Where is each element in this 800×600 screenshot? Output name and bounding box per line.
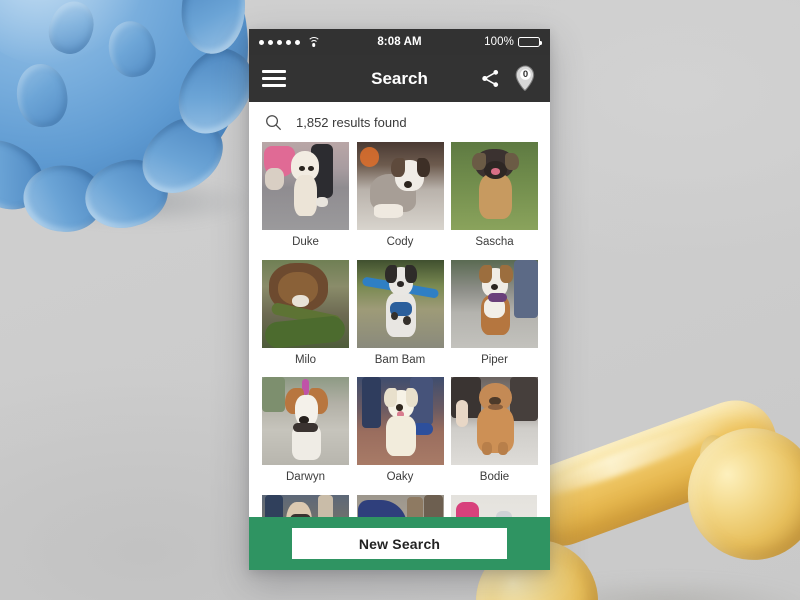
grid-row: Duke Cody Sascha — [262, 142, 538, 249]
status-bar-right: 100% — [422, 36, 542, 48]
battery-full-icon — [518, 37, 542, 47]
dog-photo[interactable] — [356, 259, 444, 348]
result-card[interactable]: Milo — [262, 259, 349, 367]
dog-name: Milo — [294, 353, 317, 366]
yellow-knotted-rope-toy — [460, 386, 800, 600]
battery-percent-label: 100% — [484, 36, 514, 48]
dog-name: Cody — [386, 236, 414, 248]
hamburger-menu-icon[interactable] — [262, 70, 286, 87]
pin-badge-count: 0 — [522, 69, 529, 80]
dog-name: Duke — [292, 236, 319, 248]
dog-photo[interactable] — [262, 259, 349, 348]
navigation-bar: Search 0 — [249, 55, 550, 102]
result-card[interactable]: Piper — [451, 259, 538, 367]
status-bar-time: 8:08 AM — [377, 36, 422, 48]
location-pin-icon[interactable]: 0 — [514, 65, 537, 92]
dog-photo[interactable] — [451, 377, 538, 466]
grid-row: Darwyn Oaky Bodie — [262, 377, 538, 484]
dog-name: Bodie — [479, 471, 510, 484]
result-card[interactable]: Cody — [356, 142, 444, 249]
dog-photo[interactable] — [356, 142, 444, 230]
result-card[interactable]: Oaky — [356, 377, 444, 484]
results-grid[interactable]: Duke Cody Sascha Milo Bam Bam Piper Darw… — [249, 142, 550, 535]
new-search-button[interactable]: New Search — [292, 528, 507, 559]
footer-bar: New Search — [249, 517, 550, 570]
phone-mockup: 8:08 AM 100% Search 0 1,852 results foun… — [249, 29, 550, 570]
dog-name: Oaky — [386, 471, 414, 484]
dog-name: Darwyn — [286, 471, 325, 484]
grid-row: Milo Bam Bam Piper — [262, 259, 538, 367]
dog-name: Piper — [481, 353, 508, 366]
signal-dot — [295, 39, 300, 45]
result-card[interactable]: Darwyn — [262, 377, 349, 484]
dog-photo[interactable] — [262, 142, 349, 230]
result-card[interactable]: Bam Bam — [356, 259, 444, 367]
dog-name: Sascha — [475, 236, 514, 248]
status-bar-left — [259, 37, 377, 47]
dog-photo[interactable] — [451, 259, 538, 348]
search-icon[interactable] — [265, 114, 282, 131]
signal-dot — [277, 39, 282, 45]
results-count-label: 1,852 results found — [296, 114, 407, 130]
result-card[interactable]: Sascha — [451, 142, 538, 249]
dog-photo[interactable] — [451, 142, 538, 230]
wifi-icon — [307, 37, 320, 47]
signal-dot — [268, 39, 273, 45]
signal-dot — [286, 39, 291, 45]
share-icon[interactable] — [480, 68, 501, 89]
nav-actions: 0 — [480, 65, 537, 92]
result-card[interactable]: Bodie — [451, 377, 538, 484]
signal-dot — [259, 39, 264, 45]
dog-photo[interactable] — [262, 377, 349, 466]
dog-name: Bam Bam — [374, 353, 426, 366]
status-bar: 8:08 AM 100% — [249, 29, 550, 55]
results-bar: 1,852 results found — [249, 102, 550, 142]
dog-photo[interactable] — [356, 377, 444, 466]
result-card[interactable]: Duke — [262, 142, 349, 249]
